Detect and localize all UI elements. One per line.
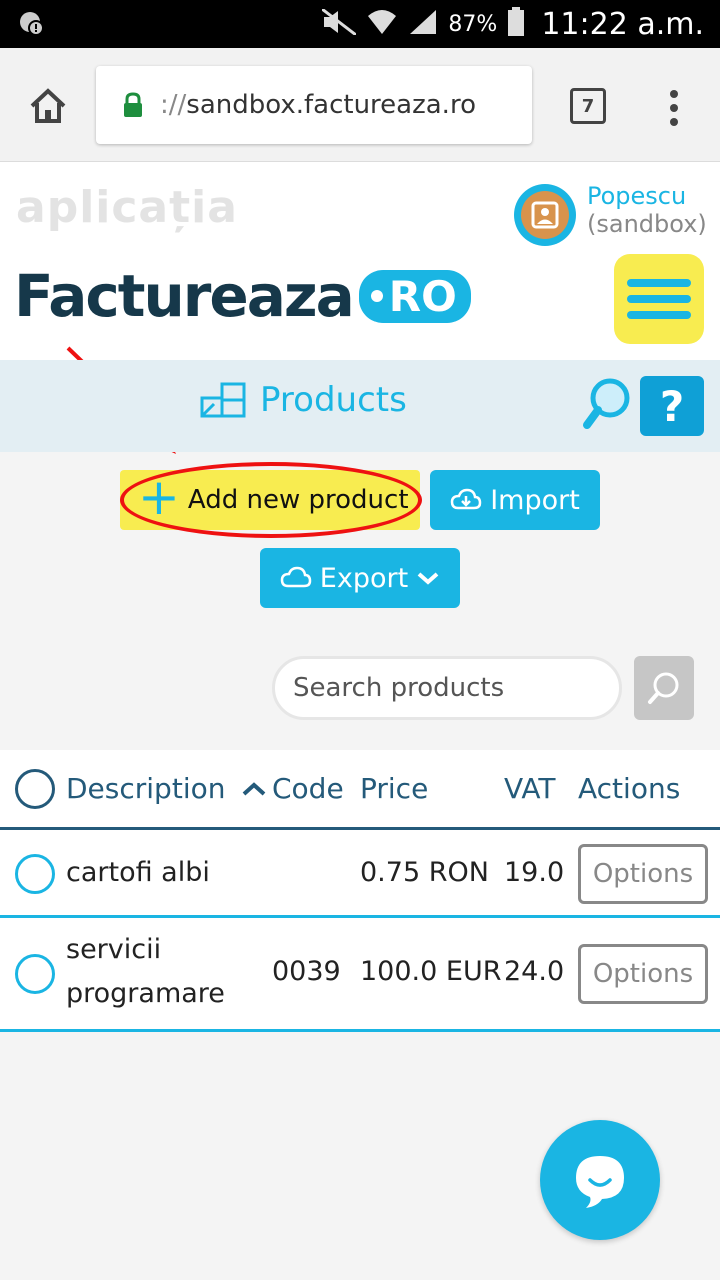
brand-name: Factureaza — [14, 262, 355, 330]
signal-icon — [408, 8, 438, 40]
clock: 11:22 a.m. — [541, 6, 704, 42]
wifi-icon — [366, 8, 398, 40]
export-dropdown-button[interactable]: Export — [260, 548, 460, 608]
sort-ascending-icon — [243, 782, 266, 796]
products-icon — [200, 382, 246, 418]
menu-dot-icon — [670, 90, 678, 98]
menu-dot-icon — [670, 118, 678, 126]
home-button[interactable] — [26, 84, 70, 128]
menu-bar-icon — [627, 311, 691, 319]
chat-bubble-icon — [576, 1156, 624, 1208]
table-row[interactable]: cartofi albi 0.75 RON 19.0 Options — [0, 830, 720, 918]
status-bar: 87% 11:22 a.m. — [0, 0, 720, 48]
help-button[interactable]: ? — [640, 376, 704, 436]
notification-icon — [18, 10, 46, 42]
tab-switcher-button[interactable]: 7 — [570, 88, 606, 124]
mute-icon — [321, 7, 358, 39]
site-header: aplicația Factureaza RO Popescu (sandbox… — [0, 162, 720, 360]
url-text: ://sandbox.factureaza.ro — [160, 90, 476, 120]
browser-toolbar: ://sandbox.factureaza.ro 7 — [0, 48, 720, 162]
user-name[interactable]: Popescu — [587, 182, 686, 210]
column-header-description[interactable]: Description — [66, 772, 268, 805]
row-checkbox[interactable] — [15, 854, 55, 894]
import-button[interactable]: Import — [430, 470, 600, 530]
brand-logo[interactable]: Factureaza RO — [14, 262, 471, 330]
row-description-continued: programare — [66, 978, 225, 1009]
brand-ro-badge: RO — [358, 269, 471, 323]
page-title-bar: Products ? — [0, 360, 720, 452]
search-toggle-button[interactable] — [582, 376, 632, 432]
lock-icon — [124, 92, 142, 117]
row-options-button[interactable]: Options — [578, 844, 708, 904]
row-description: servicii — [66, 934, 162, 965]
row-price: 100.0 EUR — [360, 956, 502, 987]
search-icon — [648, 672, 679, 704]
address-bar[interactable]: ://sandbox.factureaza.ro — [96, 66, 532, 144]
column-header-actions: Actions — [578, 772, 681, 805]
row-vat: 24.0 — [504, 956, 565, 987]
user-avatar[interactable] — [514, 184, 576, 246]
add-new-product-button[interactable]: + Add new product — [120, 470, 420, 530]
row-description: cartofi albi — [66, 857, 210, 888]
table-header: Description Code Price VAT Actions — [0, 750, 720, 830]
row-price: 0.75 RON — [360, 857, 489, 888]
column-header-code[interactable]: Code — [272, 772, 344, 805]
chevron-down-icon — [417, 572, 439, 585]
menu-dot-icon — [670, 104, 678, 112]
column-header-price[interactable]: Price — [360, 772, 428, 805]
table-row[interactable]: servicii programare 0039 100.0 EUR 24.0 … — [0, 918, 720, 1032]
column-header-vat[interactable]: VAT — [504, 772, 555, 805]
cloud-icon — [280, 566, 312, 588]
main-menu-button[interactable] — [614, 254, 704, 344]
battery-icon — [507, 7, 525, 41]
menu-bar-icon — [627, 295, 691, 303]
user-icon — [531, 201, 559, 229]
chat-button[interactable] — [540, 1120, 660, 1240]
search-input[interactable] — [293, 673, 619, 703]
battery-percent: 87% — [448, 11, 498, 37]
page-title: Products — [200, 380, 407, 420]
row-checkbox[interactable] — [15, 954, 55, 994]
plus-icon: + — [138, 468, 180, 526]
row-options-button[interactable]: Options — [578, 944, 708, 1004]
cloud-download-icon — [450, 488, 482, 510]
browser-menu-button[interactable] — [660, 86, 688, 130]
user-environment: (sandbox) — [587, 210, 707, 238]
products-table: Description Code Price VAT Actions carto… — [0, 750, 720, 1032]
row-code: 0039 — [272, 956, 341, 987]
select-all-checkbox[interactable] — [15, 769, 55, 809]
magnifier-icon — [583, 378, 630, 429]
row-vat: 19.0 — [504, 857, 565, 888]
menu-bar-icon — [627, 279, 691, 287]
home-icon — [30, 88, 66, 123]
search-field[interactable] — [272, 656, 622, 720]
aplicatia-logo: aplicația — [16, 182, 238, 233]
search-submit-button[interactable] — [634, 656, 694, 720]
